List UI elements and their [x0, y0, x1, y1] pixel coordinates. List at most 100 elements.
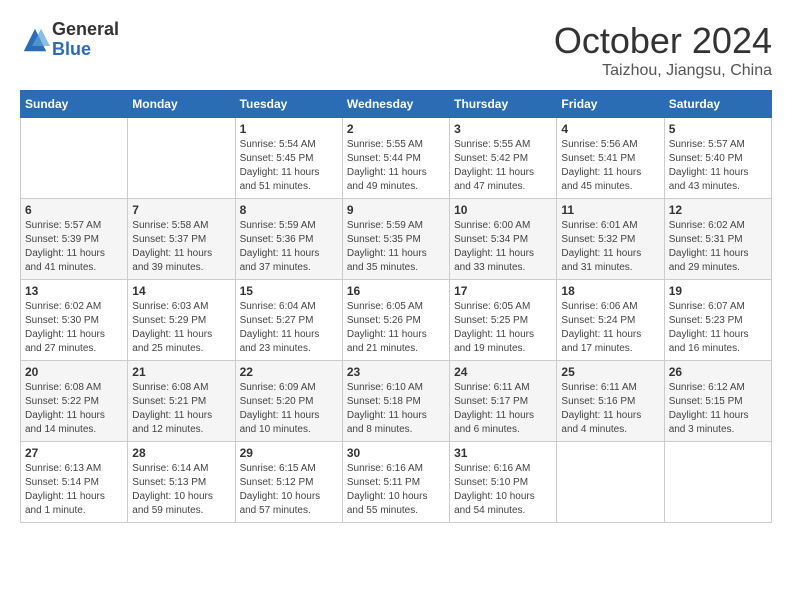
calendar-cell: 4 Sunrise: 5:56 AM Sunset: 5:41 PM Daylig…	[557, 118, 664, 199]
calendar-header-row: SundayMondayTuesdayWednesdayThursdayFrid…	[21, 91, 772, 118]
day-info: Sunrise: 6:16 AM Sunset: 5:10 PM Dayligh…	[454, 462, 552, 518]
day-header-sunday: Sunday	[21, 91, 128, 118]
day-number: 5	[669, 122, 767, 136]
logo-general: General	[52, 20, 119, 40]
day-header-monday: Monday	[128, 91, 235, 118]
day-info: Sunrise: 6:16 AM Sunset: 5:11 PM Dayligh…	[347, 462, 445, 518]
day-number: 3	[454, 122, 552, 136]
day-info: Sunrise: 5:55 AM Sunset: 5:42 PM Dayligh…	[454, 138, 552, 194]
day-info: Sunrise: 6:11 AM Sunset: 5:16 PM Dayligh…	[561, 381, 659, 437]
calendar-cell: 19Sunrise: 6:07 AM Sunset: 5:23 PM Dayli…	[664, 280, 771, 361]
calendar-cell: 21 Sunrise: 6:08 AM Sunset: 5:21 PM Dayli…	[128, 361, 235, 442]
day-info: Sunrise: 5:59 AM Sunset: 5:36 PM Dayligh…	[240, 219, 338, 275]
day-number: 1	[240, 122, 338, 136]
calendar-cell: 18 Sunrise: 6:06 AM Sunset: 5:24 PM Dayli…	[557, 280, 664, 361]
day-number: 6	[25, 203, 123, 217]
page-header: General Blue October 2024 Taizhou, Jiang…	[20, 20, 772, 80]
calendar-week-row: 27 Sunrise: 6:13 AM Sunset: 5:14 PM Dayli…	[21, 442, 772, 523]
day-number: 13	[25, 284, 123, 298]
day-info: Sunrise: 6:01 AM Sunset: 5:32 PM Dayligh…	[561, 219, 659, 275]
calendar-cell	[128, 118, 235, 199]
calendar-week-row: 20 Sunrise: 6:08 AM Sunset: 5:22 PM Dayli…	[21, 361, 772, 442]
day-info: Sunrise: 6:14 AM Sunset: 5:13 PM Dayligh…	[132, 462, 230, 518]
day-info: Sunrise: 5:59 AM Sunset: 5:35 PM Dayligh…	[347, 219, 445, 275]
day-number: 12	[669, 203, 767, 217]
calendar-cell: 6 Sunrise: 5:57 AM Sunset: 5:39 PM Daylig…	[21, 199, 128, 280]
day-number: 2	[347, 122, 445, 136]
calendar-cell: 22 Sunrise: 6:09 AM Sunset: 5:20 PM Dayli…	[235, 361, 342, 442]
day-number: 25	[561, 365, 659, 379]
day-number: 29	[240, 446, 338, 460]
day-number: 22	[240, 365, 338, 379]
day-info: Sunrise: 6:04 AM Sunset: 5:27 PM Dayligh…	[240, 300, 338, 356]
day-header-wednesday: Wednesday	[342, 91, 449, 118]
calendar-cell: 28Sunrise: 6:14 AM Sunset: 5:13 PM Dayli…	[128, 442, 235, 523]
day-info: Sunrise: 6:10 AM Sunset: 5:18 PM Dayligh…	[347, 381, 445, 437]
day-info: Sunrise: 5:58 AM Sunset: 5:37 PM Dayligh…	[132, 219, 230, 275]
day-number: 18	[561, 284, 659, 298]
day-number: 9	[347, 203, 445, 217]
day-info: Sunrise: 6:00 AM Sunset: 5:34 PM Dayligh…	[454, 219, 552, 275]
day-number: 11	[561, 203, 659, 217]
calendar-cell: 1 Sunrise: 5:54 AM Sunset: 5:45 PM Daylig…	[235, 118, 342, 199]
day-info: Sunrise: 6:09 AM Sunset: 5:20 PM Dayligh…	[240, 381, 338, 437]
day-number: 15	[240, 284, 338, 298]
day-number: 26	[669, 365, 767, 379]
calendar-week-row: 13 Sunrise: 6:02 AM Sunset: 5:30 PM Dayli…	[21, 280, 772, 361]
month-title: October 2024	[554, 20, 772, 62]
day-number: 24	[454, 365, 552, 379]
calendar-cell: 14Sunrise: 6:03 AM Sunset: 5:29 PM Dayli…	[128, 280, 235, 361]
day-info: Sunrise: 5:55 AM Sunset: 5:44 PM Dayligh…	[347, 138, 445, 194]
calendar-cell: 27 Sunrise: 6:13 AM Sunset: 5:14 PM Dayli…	[21, 442, 128, 523]
day-info: Sunrise: 6:08 AM Sunset: 5:22 PM Dayligh…	[25, 381, 123, 437]
day-number: 7	[132, 203, 230, 217]
day-number: 27	[25, 446, 123, 460]
calendar-cell	[664, 442, 771, 523]
day-number: 20	[25, 365, 123, 379]
calendar-cell: 26Sunrise: 6:12 AM Sunset: 5:15 PM Dayli…	[664, 361, 771, 442]
day-info: Sunrise: 6:07 AM Sunset: 5:23 PM Dayligh…	[669, 300, 767, 356]
day-info: Sunrise: 6:02 AM Sunset: 5:31 PM Dayligh…	[669, 219, 767, 275]
day-info: Sunrise: 5:54 AM Sunset: 5:45 PM Dayligh…	[240, 138, 338, 194]
calendar-cell: 30 Sunrise: 6:16 AM Sunset: 5:11 PM Dayli…	[342, 442, 449, 523]
calendar-cell	[557, 442, 664, 523]
calendar-week-row: 1 Sunrise: 5:54 AM Sunset: 5:45 PM Daylig…	[21, 118, 772, 199]
day-header-thursday: Thursday	[450, 91, 557, 118]
calendar-cell: 9 Sunrise: 5:59 AM Sunset: 5:35 PM Daylig…	[342, 199, 449, 280]
logo-blue: Blue	[52, 40, 119, 60]
calendar-cell: 10 Sunrise: 6:00 AM Sunset: 5:34 PM Dayli…	[450, 199, 557, 280]
calendar-cell: 12 Sunrise: 6:02 AM Sunset: 5:31 PM Dayli…	[664, 199, 771, 280]
day-header-tuesday: Tuesday	[235, 91, 342, 118]
location-subtitle: Taizhou, Jiangsu, China	[554, 62, 772, 80]
calendar-cell: 5 Sunrise: 5:57 AM Sunset: 5:40 PM Daylig…	[664, 118, 771, 199]
logo: General Blue	[20, 20, 119, 60]
day-info: Sunrise: 6:08 AM Sunset: 5:21 PM Dayligh…	[132, 381, 230, 437]
calendar-cell: 16Sunrise: 6:05 AM Sunset: 5:26 PM Dayli…	[342, 280, 449, 361]
day-info: Sunrise: 6:05 AM Sunset: 5:26 PM Dayligh…	[347, 300, 445, 356]
calendar-cell: 2 Sunrise: 5:55 AM Sunset: 5:44 PM Daylig…	[342, 118, 449, 199]
calendar-cell: 15 Sunrise: 6:04 AM Sunset: 5:27 PM Dayli…	[235, 280, 342, 361]
day-info: Sunrise: 6:05 AM Sunset: 5:25 PM Dayligh…	[454, 300, 552, 356]
day-header-friday: Friday	[557, 91, 664, 118]
day-number: 4	[561, 122, 659, 136]
calendar-week-row: 6 Sunrise: 5:57 AM Sunset: 5:39 PM Daylig…	[21, 199, 772, 280]
calendar-cell: 13 Sunrise: 6:02 AM Sunset: 5:30 PM Dayli…	[21, 280, 128, 361]
calendar-table: SundayMondayTuesdayWednesdayThursdayFrid…	[20, 90, 772, 523]
calendar-cell: 17Sunrise: 6:05 AM Sunset: 5:25 PM Dayli…	[450, 280, 557, 361]
calendar-cell: 24 Sunrise: 6:11 AM Sunset: 5:17 PM Dayli…	[450, 361, 557, 442]
day-number: 30	[347, 446, 445, 460]
day-info: Sunrise: 6:06 AM Sunset: 5:24 PM Dayligh…	[561, 300, 659, 356]
calendar-cell: 11 Sunrise: 6:01 AM Sunset: 5:32 PM Dayli…	[557, 199, 664, 280]
calendar-cell: 25 Sunrise: 6:11 AM Sunset: 5:16 PM Dayli…	[557, 361, 664, 442]
day-info: Sunrise: 6:02 AM Sunset: 5:30 PM Dayligh…	[25, 300, 123, 356]
logo-text: General Blue	[52, 20, 119, 60]
day-info: Sunrise: 5:56 AM Sunset: 5:41 PM Dayligh…	[561, 138, 659, 194]
day-info: Sunrise: 6:11 AM Sunset: 5:17 PM Dayligh…	[454, 381, 552, 437]
day-info: Sunrise: 6:13 AM Sunset: 5:14 PM Dayligh…	[25, 462, 123, 518]
logo-icon	[20, 25, 50, 55]
day-info: Sunrise: 5:57 AM Sunset: 5:39 PM Dayligh…	[25, 219, 123, 275]
day-number: 21	[132, 365, 230, 379]
day-number: 10	[454, 203, 552, 217]
day-info: Sunrise: 5:57 AM Sunset: 5:40 PM Dayligh…	[669, 138, 767, 194]
calendar-cell: 23Sunrise: 6:10 AM Sunset: 5:18 PM Dayli…	[342, 361, 449, 442]
